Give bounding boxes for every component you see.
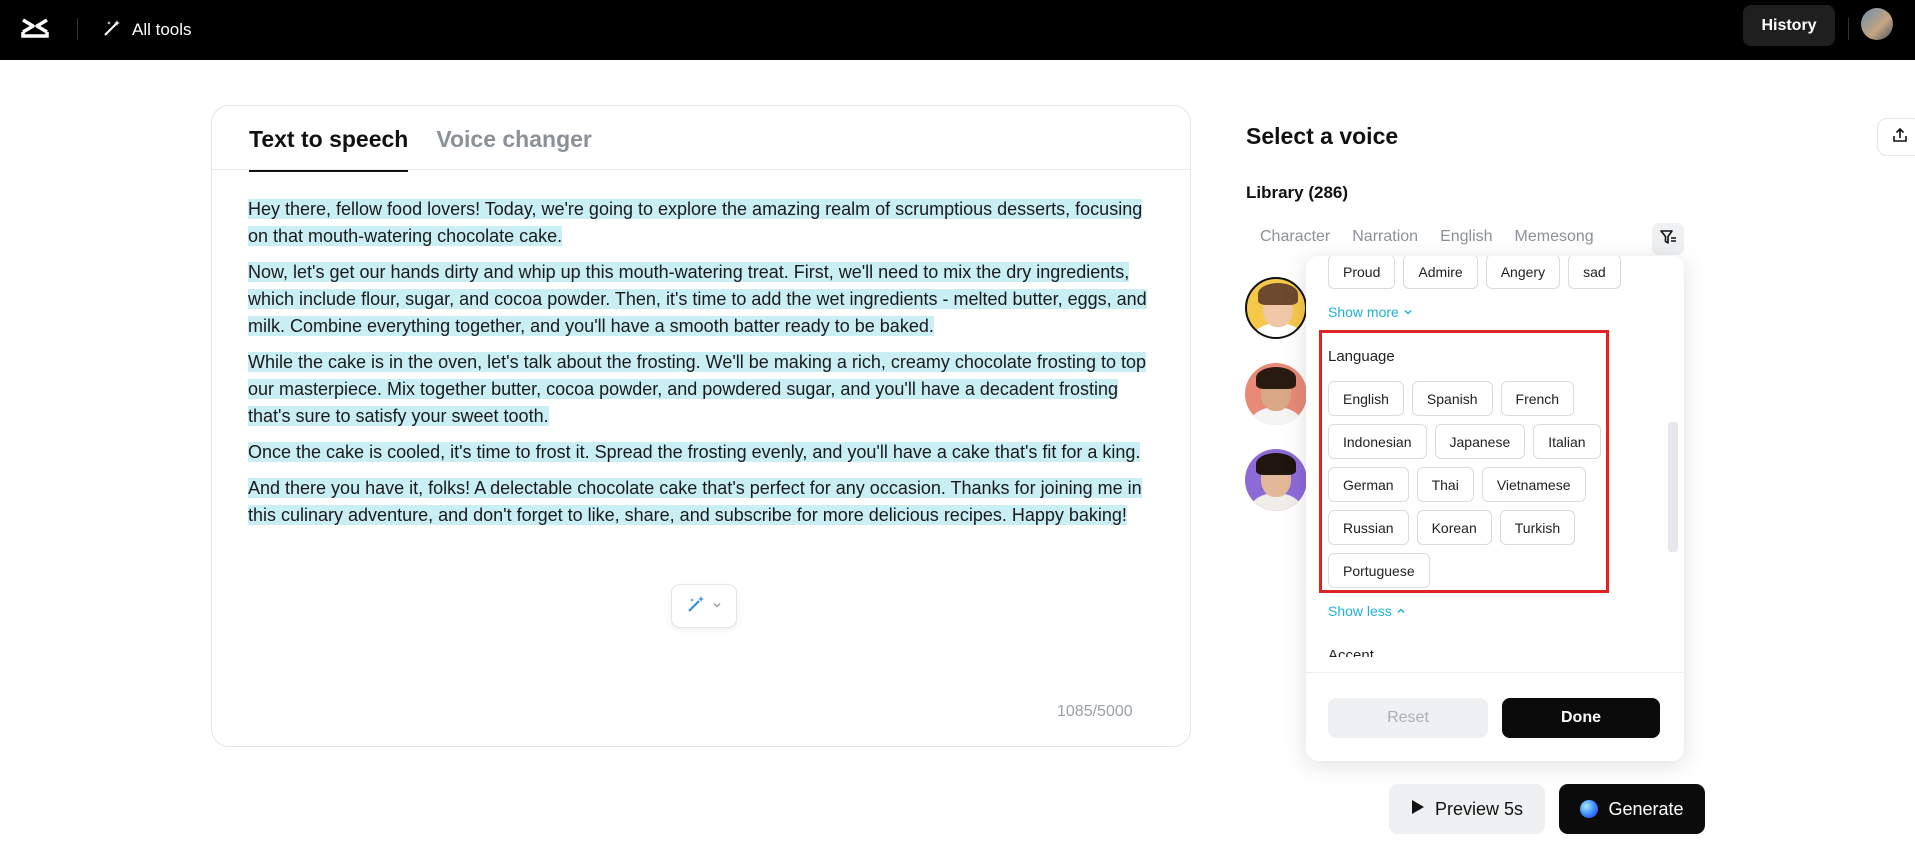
popover-divider xyxy=(1306,672,1684,673)
language-section-title: Language xyxy=(1328,348,1395,365)
language-chip-thai[interactable]: Thai xyxy=(1416,467,1474,502)
script-paragraph: Hey there, fellow food lovers! Today, we… xyxy=(248,199,1143,246)
select-voice-title: Select a voice xyxy=(1246,123,1399,149)
language-chip-indonesian[interactable]: Indonesian xyxy=(1328,424,1427,459)
top-bar: All tools History xyxy=(0,0,1915,60)
character-counter: 1085/5000 xyxy=(1057,703,1133,720)
magic-wand-icon xyxy=(102,18,122,43)
history-button[interactable]: History xyxy=(1743,5,1835,46)
voice-avatar[interactable] xyxy=(1245,277,1307,339)
generate-label: Generate xyxy=(1608,798,1684,819)
all-tools-button[interactable]: All tools xyxy=(102,14,192,46)
emotion-chip[interactable]: Angery xyxy=(1485,256,1561,289)
emotion-chip[interactable]: Proud xyxy=(1328,256,1396,289)
tab-voice-changer[interactable]: Voice changer xyxy=(436,106,592,169)
language-chip-japanese[interactable]: Japanese xyxy=(1434,424,1526,459)
capcut-logo-icon[interactable] xyxy=(20,14,50,44)
popover-scrollbar[interactable] xyxy=(1668,422,1678,552)
preview-button[interactable]: Preview 5s xyxy=(1389,784,1545,834)
script-paragraph: While the cake is in the oven, let's tal… xyxy=(248,352,1146,426)
language-chip-portuguese[interactable]: Portuguese xyxy=(1328,553,1430,588)
show-less-link[interactable]: Show less xyxy=(1328,603,1406,619)
tab-text-to-speech[interactable]: Text to speech xyxy=(249,106,409,172)
language-chip-russian[interactable]: Russian xyxy=(1328,510,1409,545)
script-text-area[interactable]: Hey there, fellow food lovers! Today, we… xyxy=(248,196,1163,538)
emotion-chip[interactable]: sad xyxy=(1568,256,1621,289)
reset-button[interactable]: Reset xyxy=(1328,698,1488,738)
language-chip-italian[interactable]: Italian xyxy=(1533,424,1601,459)
category-tab-narration[interactable]: Narration xyxy=(1352,228,1418,246)
language-chips: English Spanish French Indonesian Japane… xyxy=(1328,381,1601,596)
user-avatar[interactable] xyxy=(1861,8,1893,40)
emotion-chips: Proud Admire Angery sad xyxy=(1328,256,1621,289)
chevron-down-icon xyxy=(712,597,722,615)
ai-rewrite-button[interactable] xyxy=(671,584,737,628)
generate-button[interactable]: Generate xyxy=(1559,784,1705,834)
category-tab-memesong[interactable]: Memesong xyxy=(1515,228,1594,246)
play-icon xyxy=(1411,799,1425,820)
editor-card: Text to speech Voice changer Hey there, … xyxy=(211,105,1191,747)
voice-avatar[interactable] xyxy=(1245,363,1307,425)
chevron-up-icon xyxy=(1396,603,1406,619)
language-chip-english[interactable]: English xyxy=(1328,381,1404,416)
filter-icon xyxy=(1659,228,1677,251)
show-more-label: Show more xyxy=(1328,304,1399,320)
export-button[interactable] xyxy=(1877,118,1915,156)
mode-tabs: Text to speech Voice changer xyxy=(249,106,592,172)
filter-popover: Proud Admire Angery sad Show more Langua… xyxy=(1306,256,1684,761)
divider xyxy=(77,18,78,40)
language-chip-turkish[interactable]: Turkish xyxy=(1499,510,1576,545)
script-paragraph: Now, let's get our hands dirty and whip … xyxy=(248,262,1147,336)
category-tab-english[interactable]: English xyxy=(1440,228,1492,246)
show-more-link[interactable]: Show more xyxy=(1328,304,1413,320)
category-tab-character[interactable]: Character xyxy=(1260,228,1330,246)
generate-orb-icon xyxy=(1580,800,1599,818)
language-chip-korean[interactable]: Korean xyxy=(1416,510,1492,545)
emotion-chip[interactable]: Admire xyxy=(1403,256,1478,289)
all-tools-label: All tools xyxy=(132,20,192,39)
divider xyxy=(1848,18,1849,40)
library-count: Library (286) xyxy=(1246,183,1349,202)
tabs-divider xyxy=(212,169,1190,170)
magic-wand-icon xyxy=(686,594,706,619)
voice-avatar[interactable] xyxy=(1245,449,1307,511)
script-paragraph: And there you have it, folks! A delectab… xyxy=(248,478,1142,525)
accent-section-title: Accent xyxy=(1328,647,1374,657)
show-less-label: Show less xyxy=(1328,603,1392,619)
voice-category-tabs: Character Narration English Memesong xyxy=(1260,228,1616,246)
done-button[interactable]: Done xyxy=(1502,698,1660,738)
preview-label: Preview 5s xyxy=(1434,798,1524,819)
language-chip-vietnamese[interactable]: Vietnamese xyxy=(1481,467,1586,502)
upload-icon xyxy=(1891,126,1909,149)
filter-button[interactable] xyxy=(1652,223,1684,255)
script-paragraph: Once the cake is cooled, it's time to fr… xyxy=(248,442,1141,462)
language-chip-german[interactable]: German xyxy=(1328,467,1409,502)
language-chip-spanish[interactable]: Spanish xyxy=(1411,381,1493,416)
language-chip-french[interactable]: French xyxy=(1500,381,1575,416)
chevron-down-icon xyxy=(1403,304,1413,320)
